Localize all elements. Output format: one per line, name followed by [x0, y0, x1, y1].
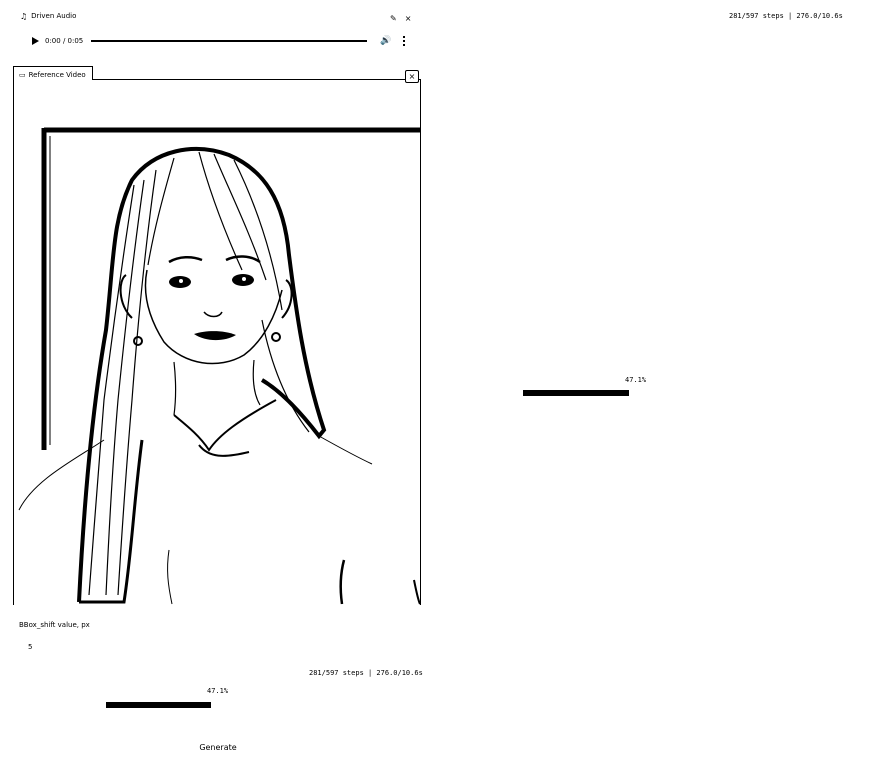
video-frame-image: [18, 127, 420, 605]
time-display: 0:00 / 0:05: [45, 37, 84, 45]
progress-bar-right: [523, 390, 629, 396]
reference-video-tab: ▭ Reference Video: [13, 66, 93, 80]
audio-title: Driven Audio: [31, 12, 77, 20]
play-button[interactable]: [30, 36, 40, 46]
bbox-shift-label: BBox_shift value, px: [19, 621, 90, 629]
progress-status-text-bottom: 281/597 steps | 276.0/10.6s: [309, 669, 423, 677]
video-icon: ▭: [19, 70, 26, 79]
progress-status-text-top: 281/597 steps | 276.0/10.6s: [729, 12, 843, 20]
video-player[interactable]: [13, 79, 421, 605]
audio-block-label: ♫ Driven Audio: [20, 12, 76, 21]
clear-video-button[interactable]: ×: [405, 70, 419, 83]
volume-icon[interactable]: 🔊: [380, 36, 391, 46]
reference-video-panel: ▭ Reference Video ×: [13, 66, 421, 606]
bbox-shift-input[interactable]: 5: [28, 643, 32, 652]
more-options-icon[interactable]: [403, 36, 406, 46]
music-note-icon: ♫: [20, 12, 28, 21]
progress-percent-bottom: 47.1%: [207, 687, 229, 695]
close-icon[interactable]: ×: [405, 14, 412, 23]
progress-bar-bottom: [106, 702, 211, 708]
seek-bar[interactable]: [91, 40, 368, 42]
progress-percent-right: 47.1%: [625, 376, 647, 384]
edit-icon[interactable]: ✎: [390, 14, 397, 23]
reference-video-label: Reference Video: [28, 70, 86, 79]
generate-button[interactable]: Generate: [196, 743, 240, 755]
audio-actions: ✎ ×: [390, 14, 411, 23]
audio-player: 0:00 / 0:05 🔊: [30, 34, 410, 48]
